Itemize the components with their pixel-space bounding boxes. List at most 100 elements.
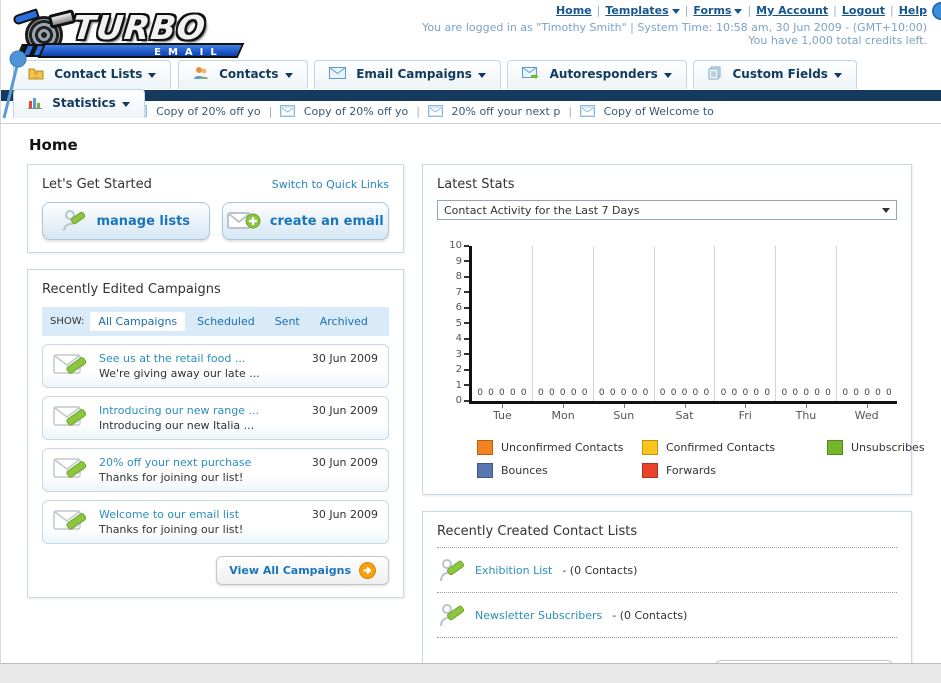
manage-lists-label: manage lists [96, 213, 191, 229]
y-tick-label: 3 [456, 349, 469, 360]
campaign-date: 30 Jun 2009 [311, 508, 378, 521]
campaign-title-link[interactable]: Welcome to our email list [99, 508, 302, 521]
contact-list-detail: - (0 Contacts) [612, 608, 688, 622]
contact-list-link[interactable]: Newsletter Subscribers [475, 609, 602, 622]
chevron-down-icon [734, 8, 743, 14]
envelope-arrow-icon [522, 66, 539, 80]
activity-link[interactable]: 20% off your next p [452, 105, 561, 118]
x-axis-label: Tue [472, 404, 533, 422]
stats-period-select[interactable]: Contact Activity for the Last 7 Days [437, 200, 897, 220]
tab-autoresponders[interactable]: Autoresponders [507, 60, 687, 89]
bar-value-labels: 00000 [598, 388, 649, 398]
campaign-subtitle: Thanks for joining our list! [99, 523, 244, 536]
campaign-row[interactable]: Introducing our new range ... Introducin… [42, 396, 389, 440]
tab-custom-fields[interactable]: Custom Fields [693, 60, 857, 89]
campaign-title-link[interactable]: 20% off your next purchase [99, 456, 302, 469]
filter-sent[interactable]: Sent [267, 312, 308, 331]
campaign-title-link[interactable]: Introducing our new range ... [99, 404, 302, 417]
legend-swatch [642, 440, 658, 455]
legend-item: Confirmed Contacts [642, 440, 827, 455]
folder-user-icon [28, 68, 44, 80]
campaign-subtitle: Thanks for joining our list! [99, 471, 244, 484]
envelope-pencil-icon [53, 458, 87, 478]
envelope-pencil-icon [53, 354, 87, 374]
y-tick-label: 9 [456, 256, 469, 267]
chart-legend: Unconfirmed Contacts Confirmed Contacts Un… [477, 440, 925, 478]
nav-my-account-link[interactable]: My Account [756, 4, 828, 17]
logo-text-turbo: TURBO [70, 8, 208, 47]
latest-stats-panel: Latest Stats Contact Activity for the La… [422, 164, 925, 495]
chart-bar-group: 00000 [715, 246, 777, 401]
campaign-row[interactable]: Welcome to our email list Thanks for joi… [42, 500, 389, 544]
activity-link[interactable]: Copy of 20% off yo [304, 105, 409, 118]
person-pencil-icon [440, 604, 465, 627]
see-all-contact-lists-button[interactable]: See All Contact Lists [714, 660, 893, 663]
tab-contact-lists[interactable]: Contact Lists [13, 60, 172, 89]
bar-value-labels: 00000 [720, 388, 771, 398]
activity-separator: | [416, 105, 420, 118]
get-started-panel: Let's Get Started Switch to Quick Links … [27, 164, 404, 253]
envelope-icon [329, 67, 347, 79]
nav-home-link[interactable]: Home [556, 4, 592, 17]
arrow-circle-icon [359, 562, 376, 579]
filter-archived[interactable]: Archived [312, 312, 376, 331]
activity-link[interactable]: Copy of Welcome to [604, 105, 714, 118]
nav-separator: | [889, 4, 894, 17]
contact-list-link[interactable]: Exhibition List [475, 564, 552, 577]
campaign-date: 30 Jun 2009 [311, 456, 378, 469]
bar-value-labels: 00000 [842, 388, 892, 398]
campaign-row[interactable]: 20% off your next purchase Thanks for jo… [42, 448, 389, 492]
create-email-button[interactable]: create an email [221, 202, 389, 240]
contact-list-row[interactable]: Newsletter Subscribers - (0 Contacts) [437, 593, 897, 638]
view-all-campaigns-button[interactable]: View All Campaigns [216, 556, 389, 585]
envelope-icon [279, 105, 295, 117]
nav-forms-link[interactable]: Forms [693, 4, 743, 17]
chevron-down-icon [833, 73, 842, 78]
y-tick-label: 10 [449, 240, 469, 251]
switch-quick-links[interactable]: Switch to Quick Links [272, 178, 389, 191]
person-pencil-icon [440, 559, 465, 582]
help-balloon-icon[interactable] [932, 2, 941, 20]
filter-scheduled[interactable]: Scheduled [189, 312, 263, 331]
users-icon [193, 67, 208, 79]
x-axis-label: Mon [533, 404, 594, 422]
y-tick-label: 5 [456, 318, 469, 329]
nav-logout-link[interactable]: Logout [842, 4, 885, 17]
app-window: TURBO EMAIL Home | Templates | Forms | My Acco… [0, 0, 941, 664]
chart-bar-group: 00000 [594, 246, 655, 401]
bar-value-labels: 00000 [538, 388, 588, 398]
campaign-date: 30 Jun 2009 [311, 404, 378, 417]
chart-bar-group: 00000 [776, 246, 838, 401]
campaign-subtitle: Introducing our new Italia ... [99, 419, 255, 432]
latest-stats-title: Latest Stats [437, 177, 515, 192]
nav-templates-link[interactable]: Templates [605, 4, 680, 17]
tab-email-campaigns[interactable]: Email Campaigns [314, 60, 501, 89]
activity-link[interactable]: Copy of 20% off yo [156, 105, 261, 118]
campaign-row[interactable]: See us at the retail food ... We're givi… [42, 344, 389, 388]
show-label: SHOW: [50, 316, 85, 327]
tab-label: Contact Lists [54, 67, 143, 81]
tab-label: Email Campaigns [356, 67, 472, 81]
tab-contacts[interactable]: Contacts [177, 60, 308, 89]
nav-help-link[interactable]: Help [899, 4, 927, 17]
view-all-campaigns-label: View All Campaigns [229, 564, 351, 577]
tab-label: Contacts [219, 67, 279, 81]
y-tick-label: 2 [456, 364, 469, 375]
tab-statistics[interactable]: Statistics [13, 89, 145, 118]
x-axis-label: Sat [654, 404, 715, 422]
bar-value-labels: 00000 [781, 388, 831, 398]
chart-plot-area: 00000 00000 00000 00000 00000 00000 00000 [469, 246, 897, 404]
manage-lists-button[interactable]: manage lists [42, 202, 210, 240]
campaign-title-link[interactable]: See us at the retail food ... [99, 352, 302, 365]
x-axis-label: Thu [776, 404, 837, 422]
legend-item: Bounces [477, 463, 642, 478]
x-axis-label: Wed [836, 404, 897, 422]
activity-separator: | [268, 105, 273, 118]
contact-list-row[interactable]: Exhibition List - (0 Contacts) [437, 548, 897, 593]
turbo-email-logo[interactable]: TURBO EMAIL [11, 6, 261, 58]
tab-label: Custom Fields [732, 67, 828, 81]
chart-x-axis: Tue Mon Sun Sat Fri Thu Wed [472, 404, 897, 422]
chart-bar-group: 00000 [533, 246, 594, 401]
login-status-text: You are logged in as "Timothy Smith" | S… [422, 21, 927, 34]
filter-all-campaigns[interactable]: All Campaigns [90, 312, 186, 331]
